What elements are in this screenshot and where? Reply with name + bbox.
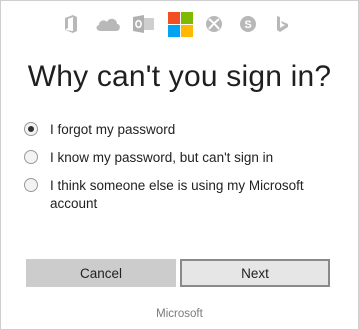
page-title: Why can't you sign in? <box>27 60 332 93</box>
svg-text:S: S <box>244 19 251 31</box>
microsoft-logo <box>167 11 193 37</box>
product-icon-bar: S <box>0 11 359 37</box>
option-someone-else[interactable]: I think someone else is using my Microso… <box>24 177 324 213</box>
radio-button[interactable] <box>24 178 38 192</box>
bing-icon <box>272 11 292 37</box>
option-label: I think someone else is using my Microso… <box>50 178 304 211</box>
radio-button[interactable] <box>24 122 38 136</box>
next-button[interactable]: Next <box>180 259 330 287</box>
radio-button[interactable] <box>24 150 38 164</box>
xbox-icon <box>203 11 225 37</box>
option-label: I forgot my password <box>50 122 176 137</box>
footer-brand: Microsoft <box>156 308 203 320</box>
office-icon <box>62 11 80 37</box>
option-cant-sign-in[interactable]: I know my password, but can't sign in <box>24 149 273 167</box>
cancel-button[interactable]: Cancel <box>26 259 176 287</box>
onedrive-icon <box>94 11 122 37</box>
outlook-icon <box>133 11 155 37</box>
skype-icon: S <box>237 11 259 37</box>
option-forgot-password[interactable]: I forgot my password <box>24 121 175 139</box>
option-label: I know my password, but can't sign in <box>50 150 274 165</box>
